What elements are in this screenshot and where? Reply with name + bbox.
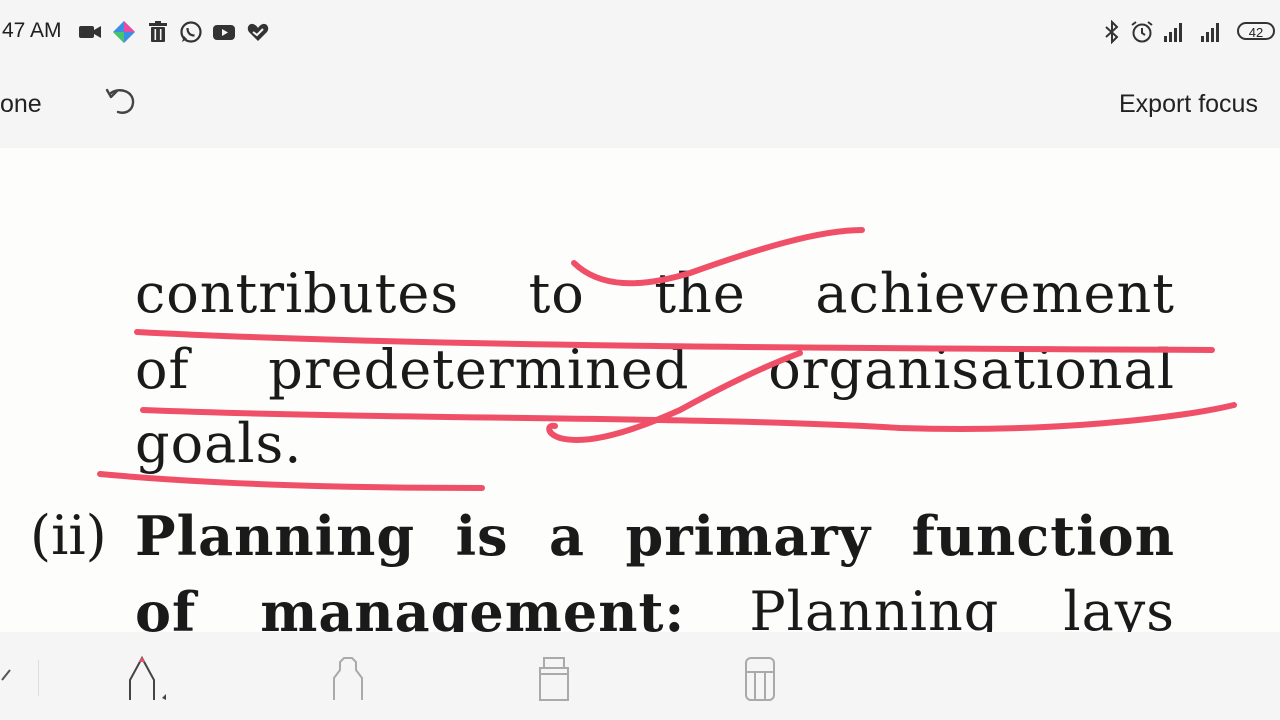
word: of xyxy=(135,580,197,632)
word: to xyxy=(528,262,585,325)
word: contributes xyxy=(135,262,460,325)
app-diamond-icon xyxy=(113,21,135,43)
heart-check-icon xyxy=(247,23,269,41)
text-line-1: contributes to the achievement xyxy=(135,262,1175,325)
word: primary xyxy=(625,504,872,568)
alarm-icon xyxy=(1131,21,1153,43)
word: organisational xyxy=(768,338,1175,401)
export-focus-button[interactable]: Export focus xyxy=(1119,90,1258,119)
drawing-tools-bar xyxy=(0,632,1280,720)
word: is xyxy=(455,504,509,568)
pen-tool-icon[interactable] xyxy=(122,654,166,704)
ink-stroke xyxy=(97,471,485,491)
partial-line: of management: Planning lays xyxy=(135,580,1175,632)
divider xyxy=(38,660,39,696)
word: Planning xyxy=(135,504,416,568)
word: management: xyxy=(260,580,686,632)
editor-toolbar: one Export focus xyxy=(0,62,1280,148)
battery-indicator: 42 xyxy=(1237,22,1275,40)
word: of xyxy=(135,338,190,401)
signal-icon xyxy=(1201,23,1219,42)
item-number: (ii) xyxy=(30,504,107,567)
word: a xyxy=(549,504,585,568)
word: Planning xyxy=(749,580,1000,632)
done-button[interactable]: one xyxy=(0,90,42,119)
heading-line: Planning is a primary function xyxy=(135,504,1175,568)
status-time: 47 AM xyxy=(2,19,62,42)
highlighter-tool-icon[interactable] xyxy=(532,654,576,704)
text-line-3: goals. xyxy=(135,412,1175,475)
youtube-icon xyxy=(213,25,235,40)
word: goals. xyxy=(135,412,303,475)
signal-icon xyxy=(1164,23,1182,42)
trash-icon xyxy=(149,21,167,42)
word: function xyxy=(911,504,1175,568)
word: the xyxy=(654,262,746,325)
text-line-2: of predetermined organisational xyxy=(135,338,1175,401)
bluetooth-icon xyxy=(1105,20,1119,44)
undo-icon[interactable] xyxy=(104,84,138,118)
word: achievement xyxy=(815,262,1175,325)
eraser-tool-icon[interactable] xyxy=(738,654,782,704)
word: predetermined xyxy=(268,338,690,401)
video-camera-icon xyxy=(79,26,101,38)
word: lays xyxy=(1063,580,1175,632)
whatsapp-icon xyxy=(180,21,202,43)
document-page: contributes to the achievement of predet… xyxy=(0,148,1280,632)
marker-tool-icon[interactable] xyxy=(326,654,370,704)
status-bar: 47 AM 42 xyxy=(0,0,1280,62)
chevron-left-icon[interactable] xyxy=(0,666,12,686)
